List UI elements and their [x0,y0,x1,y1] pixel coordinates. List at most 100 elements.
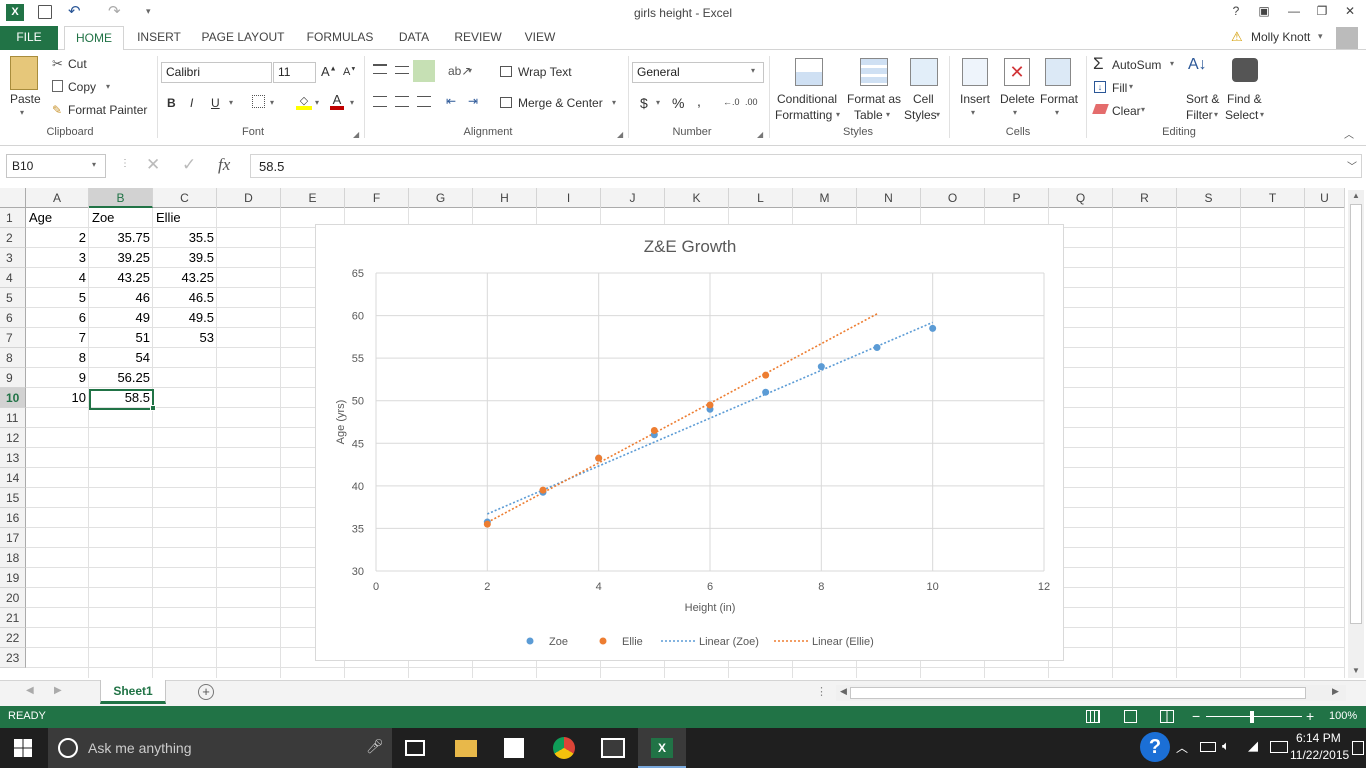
cell-c1[interactable]: Ellie [153,208,217,228]
cell-c7[interactable]: 53 [153,328,217,348]
delete-dropdown-icon[interactable]: ▾ [1013,108,1017,117]
underline-dropdown-icon[interactable]: ▾ [229,98,233,107]
cell-styles-button[interactable]: Cell [913,92,934,106]
fill-color-icon[interactable]: ◇ [296,94,312,110]
format-cells-icon[interactable] [1045,58,1071,86]
clear-icon[interactable] [1092,104,1109,114]
zoom-slider-thumb[interactable] [1250,711,1254,723]
cell-styles-dropdown-icon[interactable]: ▾ [936,110,940,119]
cancel-formula-icon[interactable]: ✕ [146,155,160,175]
expand-formula-icon[interactable]: ﹀ [1347,158,1357,173]
cell-c5[interactable]: 46.5 [153,288,217,308]
insert-function-icon[interactable]: fx [218,155,230,175]
find-dropdown-icon[interactable]: ▾ [1260,110,1264,119]
cell-a6[interactable]: 6 [26,308,89,328]
clear-button[interactable]: Clear [1112,104,1141,118]
data-point-ellie[interactable] [650,427,658,435]
network-icon[interactable]: ◢ [1248,738,1258,754]
scroll-right-icon[interactable]: ▶ [1332,686,1339,697]
column-header-k[interactable]: K [665,188,729,208]
fill-dropdown-icon[interactable]: ▾ [1129,82,1133,91]
clock-time[interactable]: 6:14 PM [1296,731,1341,745]
cell-b6[interactable]: 49 [89,308,153,328]
vertical-scroll-thumb[interactable] [1350,204,1362,624]
excel-taskbar-icon[interactable]: X [638,728,686,768]
column-header-n[interactable]: N [857,188,921,208]
tab-review[interactable]: REVIEW [452,26,504,50]
collapse-ribbon-icon[interactable]: ︿ [1344,126,1354,141]
cell-a5[interactable]: 5 [26,288,89,308]
find-select-button[interactable]: Find & [1227,92,1262,106]
horizontal-scroll-thumb[interactable] [850,687,1306,699]
microphone-icon[interactable]: 🎤︎ [366,738,384,755]
fill-button[interactable]: Fill [1112,81,1127,95]
cell-b2[interactable]: 35.75 [89,228,153,248]
file-explorer-icon[interactable] [455,740,477,757]
help-icon[interactable]: ? [1226,4,1246,22]
row-header-10[interactable]: 10 [0,388,26,408]
next-sheet-icon[interactable]: ▶ [54,685,62,696]
bottom-align-icon[interactable] [413,60,435,82]
chart-area[interactable]: 30 35 40 45 50 55 60 65 0 2 4 6 8 10 12 Z&E Growth Hei… [315,224,1064,661]
row-header-1[interactable]: 1 [0,208,26,228]
tab-page-layout[interactable]: PAGE LAYOUT [198,26,288,50]
tab-view[interactable]: VIEW [520,26,560,50]
row-header-8[interactable]: 8 [0,348,26,368]
format-as-table-button[interactable]: Format as [847,92,901,106]
cell-b7[interactable]: 51 [89,328,153,348]
paste-icon[interactable] [10,56,38,90]
conditional-formatting-button[interactable]: Conditional [777,92,837,106]
cell-a9[interactable]: 9 [26,368,89,388]
copy-icon[interactable] [52,80,63,92]
user-dropdown-icon[interactable]: ▾ [1318,31,1323,42]
column-header-j[interactable]: J [601,188,665,208]
column-header-l[interactable]: L [729,188,793,208]
paste-button[interactable]: Paste [10,92,41,106]
sheet-tab-sheet1[interactable]: Sheet1 [100,680,166,704]
autosum-icon[interactable]: Σ [1093,54,1104,74]
horizontal-scrollbar[interactable]: ◀ ▶ [836,685,1346,701]
cell-b4[interactable]: 43.25 [89,268,153,288]
column-header-e[interactable]: E [281,188,345,208]
align-center-icon[interactable] [395,96,409,107]
cell-c3[interactable]: 39.5 [153,248,217,268]
row-header-23[interactable]: 23 [0,648,26,668]
page-break-view-icon[interactable] [1160,710,1174,723]
row-header-19[interactable]: 19 [0,568,26,588]
cell-styles-icon[interactable] [910,58,938,86]
font-dialog-launcher-icon[interactable]: ◢ [353,130,359,139]
y-axis-title[interactable]: Age (yrs) [335,400,347,445]
task-view-icon[interactable] [405,740,425,756]
search-box[interactable]: Ask me anything 🎤︎ [48,728,392,768]
avatar[interactable] [1336,27,1358,49]
data-point-ellie[interactable] [706,401,714,409]
copy-dropdown-icon[interactable]: ▾ [106,82,110,91]
increase-indent-icon[interactable]: ⇥ [468,94,478,108]
insert-dropdown-icon[interactable]: ▾ [971,108,975,117]
cell-a7[interactable]: 7 [26,328,89,348]
column-header-q[interactable]: Q [1049,188,1113,208]
data-point-zoe[interactable] [929,324,937,332]
sort-filter-button[interactable]: Sort & [1186,92,1219,106]
tab-insert[interactable]: INSERT [134,26,184,50]
sort-dropdown-icon[interactable]: ▾ [1214,110,1218,119]
tab-data[interactable]: DATA [392,26,436,50]
data-point-zoe[interactable] [762,388,770,396]
conditional-formatting-icon[interactable] [795,58,823,86]
top-align-icon[interactable] [373,64,387,74]
column-header-i[interactable]: I [537,188,601,208]
data-point-zoe[interactable] [873,344,881,351]
cell-c6[interactable]: 49.5 [153,308,217,328]
action-center-icon[interactable] [1352,741,1364,755]
tab-file[interactable]: FILE [0,26,58,50]
row-header-5[interactable]: 5 [0,288,26,308]
chart-title[interactable]: Z&E Growth [644,237,737,256]
scroll-up-icon[interactable]: ▲ [1352,191,1360,200]
font-size-select[interactable]: 11 [273,62,316,83]
show-hidden-icons-icon[interactable]: ︿ [1176,739,1188,756]
sort-filter-icon[interactable]: A↓ [1188,56,1207,74]
column-header-t[interactable]: T [1241,188,1305,208]
number-format-dropdown-icon[interactable]: ▾ [751,66,755,75]
volume-icon[interactable]: 🔈︎ [1222,738,1230,754]
cell-b3[interactable]: 39.25 [89,248,153,268]
